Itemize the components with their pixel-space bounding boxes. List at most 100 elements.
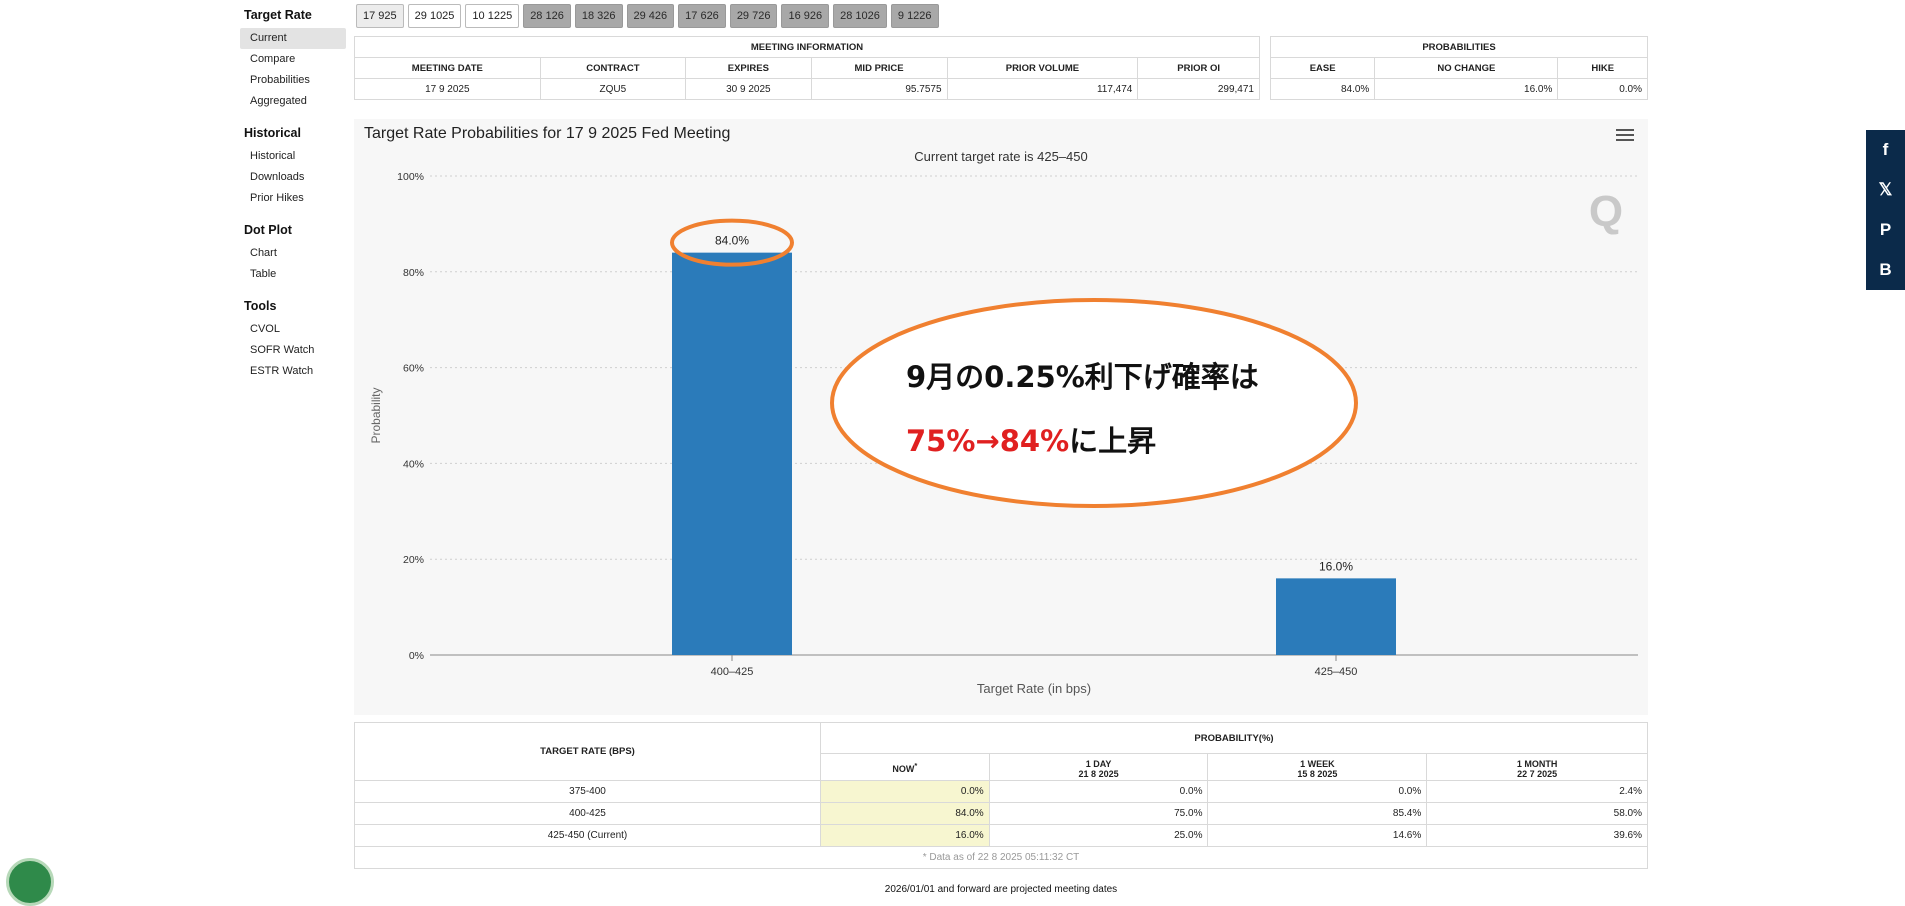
meeting-tab-29-426[interactable]: 29 426 (626, 4, 675, 28)
y-tick-label: 20% (403, 554, 424, 566)
callout-line-1: 9月の0.25%利下げ確率は (906, 360, 1259, 394)
y-tick-label: 100% (397, 171, 424, 183)
col-hike: HIKE (1557, 57, 1648, 79)
nav-item-target-rate-current[interactable]: Current (240, 28, 346, 49)
cookie-settings-icon[interactable] (6, 858, 54, 906)
meeting-tab-10-1225[interactable]: 10 1225 (465, 4, 520, 28)
meeting-information-title: MEETING INFORMATION (354, 36, 1260, 58)
x-tick-label: 425–450 (1315, 666, 1358, 678)
period-col-1-week: 1 WEEK 15 8 2025 (1207, 753, 1428, 781)
table-row: 375-400 0.0% 0.0% 0.0% 2.4% (354, 780, 1648, 803)
probability-cell: 75.0% (988, 802, 1209, 825)
chart-menu-icon[interactable] (1616, 129, 1634, 143)
meeting-tab-17-626[interactable]: 17 626 (678, 4, 726, 28)
nav-item-dot-plot-table[interactable]: Table (240, 264, 346, 285)
hike-value: 0.0% (1557, 78, 1648, 100)
x-axis-title: Target Rate (in bps) (977, 681, 1091, 696)
table-row: 400-425 84.0% 75.0% 85.4% 58.0% (354, 802, 1648, 825)
prior-oi-value: 299,471 (1137, 78, 1260, 100)
probabilities-title: PROBABILITIES (1270, 36, 1648, 58)
target-rate-cell: 425-450 (Current) (354, 824, 821, 847)
meeting-tab-28-1026[interactable]: 28 1026 (833, 4, 887, 28)
probability-cell: 0.0% (820, 780, 990, 803)
data-timestamp-note: * Data as of 22 8 2025 05:11:32 CT (354, 846, 1648, 869)
x-twitter-icon[interactable]: 𝕏 (1866, 170, 1905, 210)
col-no-change: NO CHANGE (1374, 57, 1559, 79)
nav-item-target-rate-compare[interactable]: Compare (240, 49, 346, 70)
col-mid-price: MID PRICE (810, 57, 948, 79)
meeting-tab-28-126[interactable]: 28 126 (523, 4, 571, 28)
period-col-now: NOW* (820, 753, 990, 781)
probability-cell: 2.4% (1426, 780, 1648, 803)
expires-value: 30 9 2025 (685, 78, 812, 100)
probability-cell: 0.0% (988, 780, 1209, 803)
y-tick-label: 80% (403, 267, 424, 279)
nav-item-historical-prior-hikes[interactable]: Prior Hikes (240, 188, 346, 209)
nav-item-dot-plot-chart[interactable]: Chart (240, 243, 346, 264)
probability-chart-card: Current target rate is 425–450 0% 20% 40% 60… (354, 119, 1648, 715)
y-tick-label: 60% (403, 363, 424, 375)
nav-section-historical: Historical (244, 126, 301, 140)
chart-title: Target Rate Probabilities for 17 9 2025 … (364, 125, 731, 142)
meeting-information-table: MEETING INFORMATION MEETING DATE CONTRAC… (354, 36, 1260, 100)
nav-item-historical-downloads[interactable]: Downloads (240, 167, 346, 188)
bar-425-450 (1276, 578, 1396, 655)
bar-data-label: 16.0% (1319, 559, 1353, 573)
nav-item-tools-sofr-watch[interactable]: SOFR Watch (240, 340, 346, 361)
col-contract: CONTRACT (539, 57, 687, 79)
meeting-tab-29-1025[interactable]: 29 1025 (407, 4, 462, 28)
probability-cell: 85.4% (1207, 802, 1428, 825)
target-rate-cell: 400-425 (354, 802, 821, 825)
meeting-date-value: 17 9 2025 (354, 78, 541, 100)
meeting-tab-29-726[interactable]: 29 726 (729, 4, 778, 28)
meeting-tab-18-326[interactable]: 18 326 (574, 4, 623, 28)
period-label: 1 WEEK (1300, 758, 1335, 769)
col-expires: EXPIRES (685, 57, 812, 79)
col-ease: EASE (1269, 57, 1376, 79)
target-rate-cell: 375-400 (354, 780, 821, 803)
bar-400-425 (672, 252, 792, 655)
watermark-logo: Q (1589, 187, 1623, 236)
chart-subtitle: Current target rate is 425–450 (914, 149, 1087, 164)
nav-item-tools-cvol[interactable]: CVOL (240, 319, 346, 340)
nav-section-dot-plot: Dot Plot (244, 223, 292, 237)
callout-rise-text: に上昇 (1069, 424, 1156, 458)
probability-cell: 14.6% (1207, 824, 1428, 847)
probabilities-table: PROBABILITIES EASE NO CHANGE HIKE 84.0% … (1269, 36, 1648, 100)
callout-rate-change: 75%→84% (906, 424, 1069, 458)
meeting-tab-17-925[interactable]: 17 925 (356, 4, 404, 28)
bar-data-label: 84.0% (715, 234, 749, 248)
pinterest-icon[interactable]: P (1866, 210, 1905, 250)
meeting-tab-9-1226[interactable]: 9 1226 (890, 4, 939, 28)
meeting-tab-16-926[interactable]: 16 926 (781, 4, 830, 28)
nav-section-tools: Tools (244, 299, 277, 313)
period-label: 1 DAY (1085, 758, 1112, 769)
nav-item-tools-estr-watch[interactable]: ESTR Watch (240, 361, 346, 382)
nav-item-target-rate-aggregated[interactable]: Aggregated (240, 91, 346, 112)
callout-line-2: 75%→84%に上昇 (906, 424, 1156, 458)
no-change-value: 16.0% (1374, 78, 1559, 100)
nav-item-historical-historical[interactable]: Historical (240, 146, 346, 167)
prior-volume-value: 117,474 (946, 78, 1139, 100)
y-tick-label: 40% (403, 458, 424, 470)
target-rate-probability-table: TARGET RATE (BPS) PROBABILITY(%) NOW* 1 D… (354, 722, 1648, 869)
col-prior-volume: PRIOR VOLUME (946, 57, 1139, 79)
blogger-icon[interactable]: B (1866, 250, 1905, 290)
probability-cell: 0.0% (1207, 780, 1428, 803)
nav-item-target-rate-probabilities[interactable]: Probabilities (240, 70, 346, 91)
contract-value: ZQU5 (539, 78, 687, 100)
x-tick-label: 400–425 (711, 666, 754, 678)
col-meeting-date: MEETING DATE (354, 57, 541, 79)
probability-header: PROBABILITY(%) (820, 722, 1648, 754)
facebook-icon[interactable]: f (1866, 130, 1905, 170)
table-row: 425-450 (Current) 16.0% 25.0% 14.6% 39.6% (354, 824, 1648, 847)
social-share-bar: f 𝕏 P B (1866, 130, 1905, 290)
period-date: 21 8 2025 (1078, 768, 1119, 779)
probability-cell: 16.0% (820, 824, 990, 847)
period-date: 22 7 2025 (1517, 768, 1558, 779)
probability-cell: 84.0% (820, 802, 990, 825)
probability-cell: 39.6% (1426, 824, 1648, 847)
probability-cell: 25.0% (988, 824, 1209, 847)
target-rate-header: TARGET RATE (BPS) (354, 722, 821, 781)
nav-section-target-rate: Target Rate (244, 8, 312, 22)
